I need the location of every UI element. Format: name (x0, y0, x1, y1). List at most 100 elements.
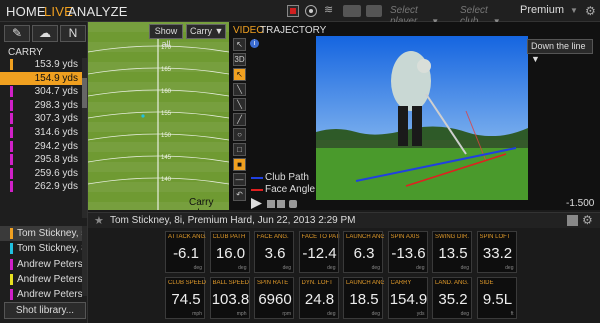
record-icon[interactable] (287, 5, 299, 17)
carry-list-item[interactable]: 259.6 yds (0, 167, 82, 181)
metric-label: FACE TO PATH (301, 234, 340, 240)
metric-value: 24.8 (304, 291, 335, 308)
shot-list-item[interactable]: Tom Stickney, 8i, (0, 241, 82, 256)
metric-value: 33.2 (482, 245, 513, 262)
nav-home[interactable]: HOME (6, 4, 46, 19)
show-all-button[interactable]: Show all (149, 24, 183, 49)
shot-list-item[interactable]: Tom Stickney, 5i, (0, 226, 82, 242)
metric-label: DYN. LOFT (301, 280, 333, 286)
tab-trajectory[interactable]: TRAJECTORY (260, 25, 326, 36)
target-icon[interactable] (305, 5, 317, 17)
metric-tile[interactable]: SPIN RATE 6960 rpm (254, 277, 294, 319)
metric-label: LAUNCH ANG. (346, 280, 384, 286)
gear-icon[interactable]: ⚙ (582, 213, 593, 227)
metric-unit: deg (460, 265, 469, 271)
carry-list-item[interactable]: 153.9 yds (0, 58, 82, 72)
metric-unit: deg (371, 265, 380, 271)
metric-value: 16.0 (215, 245, 246, 262)
shot-list-item[interactable]: Andrew Peterson (0, 272, 82, 287)
save-icon[interactable] (366, 5, 382, 17)
drawing-tool-2-icon[interactable]: ↖ (233, 68, 246, 81)
carry-value: 294.2 yds (34, 140, 78, 152)
metric-unit: deg (371, 311, 380, 317)
carry-list-item[interactable]: 154.9 yds (0, 71, 82, 86)
metric-tile[interactable]: SPIN AXIS -13.6 deg (387, 231, 428, 273)
shot-list-item[interactable]: Andrew Peterson (0, 287, 82, 302)
loop-icon[interactable] (289, 200, 297, 208)
carry-list-item[interactable]: 298.3 yds (0, 99, 82, 113)
carry-list-item[interactable]: 304.7 yds (0, 85, 82, 99)
color-swatch (10, 243, 13, 255)
carry-value: 262.9 yds (34, 181, 78, 193)
camera-view-select[interactable]: Down the line ▼ (527, 39, 593, 64)
ball-landing-marker[interactable] (141, 114, 145, 118)
metric-tile[interactable]: DYN. LOFT 24.8 deg (298, 277, 339, 319)
video-legend: Club Path Face Angle (251, 172, 315, 196)
metric-tile[interactable]: SIDE 9.5L ft (476, 277, 517, 319)
camera-icon[interactable] (343, 5, 361, 17)
nav-analyze[interactable]: ANALYZE (68, 4, 128, 19)
legend-face-angle: Face Angle (251, 184, 315, 196)
step-back-icon[interactable] (267, 200, 275, 208)
drawing-tool-7-icon[interactable]: □ (233, 143, 246, 156)
metric-value: 74.5 (171, 291, 201, 308)
star-icon[interactable]: ★ (94, 214, 104, 227)
metric-tile[interactable]: CLUB SPEED 74.5 mph (165, 277, 206, 319)
upload-button[interactable]: ☁ (32, 25, 58, 42)
new-button[interactable]: N (60, 25, 86, 42)
edit-button[interactable]: ✎ (4, 25, 30, 42)
metric-tile[interactable]: SPIN LOFT 33.2 deg (476, 231, 517, 273)
metric-label: SIDE (479, 280, 494, 286)
color-swatch (10, 59, 13, 70)
color-swatch (10, 167, 13, 179)
gear-icon[interactable]: ⚙ (585, 4, 596, 18)
metric-tile[interactable]: ATTACK ANG. -6.1 deg (165, 231, 206, 273)
signal-icon[interactable]: ≋ (324, 4, 338, 16)
step-forward-icon[interactable] (277, 200, 285, 208)
distance-label: 160 (161, 89, 172, 95)
color-swatch (10, 126, 13, 138)
drawing-tool-1-icon[interactable]: 3D (233, 53, 246, 66)
carry-value: 314.6 yds (34, 126, 78, 138)
drawing-tool-9-icon[interactable]: — (233, 173, 246, 186)
drawing-tool-3-icon[interactable]: ╲ (233, 83, 246, 96)
ball-select-text: Premium (520, 4, 565, 16)
metric-label: FACE ANG. (257, 234, 289, 240)
info-icon[interactable]: i (250, 39, 259, 48)
drawing-tool-6-icon[interactable]: ○ (233, 128, 246, 141)
metric-tile[interactable]: LAUNCH ANG. 6.3 deg (343, 231, 384, 273)
drawing-tool-4-icon[interactable]: ╲ (233, 98, 246, 111)
camera-view-select-text: Down the line (531, 41, 586, 51)
metric-value: 154.9 (389, 291, 428, 308)
metric-select[interactable]: Carry ▼ (186, 24, 226, 39)
shot-list-item[interactable]: Andrew Peterson (0, 257, 82, 272)
speaker-icon[interactable] (567, 215, 578, 226)
carry-list-item[interactable]: 295.8 yds (0, 153, 82, 167)
drawing-tool-5-icon[interactable]: ╱ (233, 113, 246, 126)
carry-list-item[interactable]: 262.9 yds (0, 180, 82, 194)
distance-label: 155 (161, 111, 172, 117)
ball-select[interactable]: Premium ▼ (520, 4, 584, 16)
metric-tile[interactable]: BALL SPEED 103.8 mph (209, 277, 250, 319)
color-swatch (10, 154, 13, 166)
carry-list-item[interactable]: 294.2 yds (0, 140, 82, 154)
metric-tile[interactable]: CARRY 154.9 yds (387, 277, 428, 319)
metric-tile[interactable]: FACE ANG. 3.6 deg (254, 231, 294, 273)
metric-tile[interactable]: LAND. ANG. 35.2 deg (432, 277, 472, 319)
shot-library-button[interactable]: Shot library... (4, 302, 86, 319)
metric-tile[interactable]: CLUB PATH 16.0 deg (209, 231, 250, 273)
swing-video[interactable] (316, 36, 528, 200)
play-icon[interactable] (251, 198, 262, 209)
metric-tile[interactable]: FACE TO PATH -12.4 deg (298, 231, 340, 273)
top-view-footer: Carry yds (189, 197, 214, 210)
carry-list-item[interactable]: 314.6 yds (0, 126, 82, 140)
metric-tile[interactable]: LAUNCH ANG. 18.5 deg (343, 277, 384, 319)
drawing-tool-0-icon[interactable]: ↖ (233, 38, 246, 51)
carry-list-item[interactable]: 307.3 yds (0, 112, 82, 126)
metric-tile[interactable]: SWING DIR. 13.5 deg (432, 231, 472, 273)
shot-scrollbar[interactable] (82, 226, 87, 296)
drawing-tool-8-icon[interactable]: ■ (233, 158, 246, 171)
metric-value: 13.5 (438, 245, 468, 262)
carry-scrollbar[interactable] (82, 58, 87, 218)
time-readout: -1.500 (566, 198, 595, 209)
